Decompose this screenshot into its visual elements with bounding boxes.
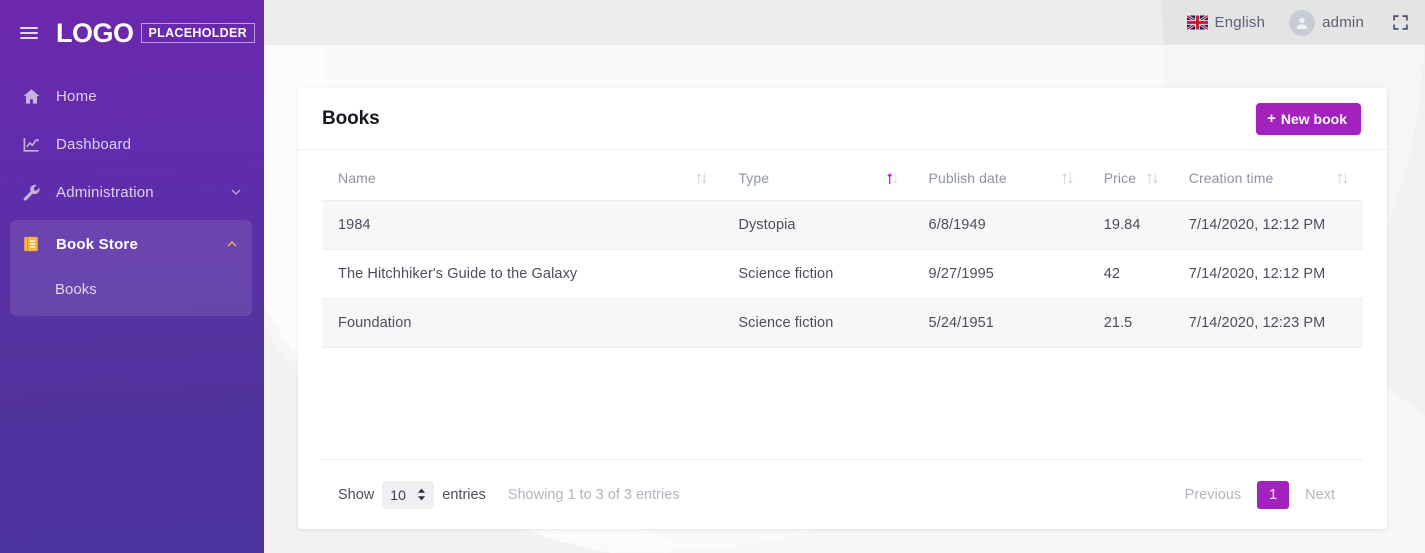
cell-publish-date: 9/27/1995 [913,250,1088,299]
spinner-arrows-icon [417,488,426,501]
sidebar-item-books[interactable]: Books [10,268,252,310]
books-card: Books + New book Name [298,88,1387,529]
sidebar-header: LOGO PLACEHOLDER [0,0,264,66]
column-label-creation-time: Creation time [1189,170,1274,186]
page-size-value: 10 [390,487,406,503]
pagination-page-1[interactable]: 1 [1257,481,1289,509]
sidebar-item-label-books: Books [55,281,97,298]
sidebar-item-home[interactable]: Home [0,72,264,120]
column-label-type: Type [738,170,769,186]
cell-name: 1984 [322,201,722,250]
new-book-button-label: New book [1281,111,1347,127]
plus-icon: + [1267,111,1276,126]
footer-left: Show 10 entries Showing 1 to 3 of 3 entr… [322,481,680,509]
cell-name: The Hitchhiker's Guide to the Galaxy [322,250,722,299]
language-label: English [1215,14,1266,31]
cell-type: Science fiction [722,250,912,299]
table-body: 1984 Dystopia 6/8/1949 19.84 7/14/2020, … [322,201,1363,348]
page-size-select[interactable]: 10 [382,481,434,509]
sort-icon-name[interactable] [695,171,708,186]
sidebar-item-label-book-store: Book Store [56,236,138,253]
sort-icon-publish-date[interactable] [1061,171,1074,186]
book-icon [22,235,48,253]
cell-creation-time: 7/14/2020, 12:12 PM [1173,201,1363,250]
sidebar-nav: Home Dashboard Administration [0,72,264,316]
sort-icon-price[interactable] [1146,171,1159,186]
show-label: Show [338,487,374,503]
logo-text: LOGO [56,20,134,47]
column-label-price: Price [1104,170,1136,186]
pagination-previous[interactable]: Previous [1173,481,1253,509]
books-table-container: Name Type [298,150,1387,459]
user-name-label: admin [1322,14,1364,31]
new-book-button[interactable]: + New book [1256,103,1361,135]
sort-icon-creation-time[interactable] [1336,171,1349,186]
chevron-down-icon [230,186,242,198]
page-size-control: Show 10 entries [338,481,486,509]
home-icon [22,87,48,106]
table-row[interactable]: 1984 Dystopia 6/8/1949 19.84 7/14/2020, … [322,201,1363,250]
entries-label: entries [442,487,486,503]
cell-price: 21.5 [1088,299,1173,348]
page-title: Books [322,108,380,130]
sidebar-item-label-administration: Administration [56,184,154,201]
sidebar-item-administration[interactable]: Administration [0,168,264,216]
sidebar-item-dashboard[interactable]: Dashboard [0,120,264,168]
pagination: Previous 1 Next [1173,481,1363,509]
sidebar-item-book-store[interactable]: Book Store [10,220,252,268]
cell-creation-time: 7/14/2020, 12:12 PM [1173,250,1363,299]
column-label-name: Name [338,170,376,186]
cell-price: 42 [1088,250,1173,299]
table-head: Name Type [322,150,1363,201]
table-footer: Show 10 entries Showing 1 to 3 of 3 entr… [322,459,1363,529]
showing-entries-text: Showing 1 to 3 of 3 entries [508,487,680,503]
sidebar-item-label-dashboard: Dashboard [56,136,131,153]
chevron-up-icon [226,238,238,250]
column-header-publish-date[interactable]: Publish date [913,150,1088,201]
hamburger-icon[interactable] [20,27,38,39]
cell-name: Foundation [322,299,722,348]
column-header-creation-time[interactable]: Creation time [1173,150,1363,201]
table-header-row: Name Type [322,150,1363,201]
column-header-type[interactable]: Type [722,150,912,201]
wrench-icon [22,183,48,202]
table-row[interactable]: The Hitchhiker's Guide to the Galaxy Sci… [322,250,1363,299]
top-bar: English admin [264,0,1425,45]
column-header-price[interactable]: Price [1088,150,1173,201]
sort-icon-type[interactable] [886,171,899,186]
card-header: Books + New book [298,88,1387,150]
language-selector[interactable]: English [1187,14,1266,31]
column-header-name[interactable]: Name [322,150,722,201]
cell-price: 19.84 [1088,201,1173,250]
sidebar: LOGO PLACEHOLDER Home Dashboard [0,0,264,553]
cell-type: Science fiction [722,299,912,348]
cell-publish-date: 6/8/1949 [913,201,1088,250]
user-avatar-icon [1289,10,1315,36]
user-menu[interactable]: admin [1289,10,1364,36]
sidebar-item-label-home: Home [56,88,97,105]
chart-line-icon [22,135,48,154]
uk-flag-icon [1187,15,1208,30]
logo-badge: PLACEHOLDER [141,23,255,44]
pagination-next[interactable]: Next [1293,481,1347,509]
sidebar-group-book-store: Book Store Books [10,220,252,316]
cell-type: Dystopia [722,201,912,250]
column-label-publish-date: Publish date [929,170,1007,186]
cell-publish-date: 5/24/1951 [913,299,1088,348]
logo[interactable]: LOGO PLACEHOLDER [56,20,255,47]
table-row[interactable]: Foundation Science fiction 5/24/1951 21.… [322,299,1363,348]
cell-creation-time: 7/14/2020, 12:23 PM [1173,299,1363,348]
books-table: Name Type [322,150,1363,348]
fullscreen-button[interactable] [1392,14,1409,31]
